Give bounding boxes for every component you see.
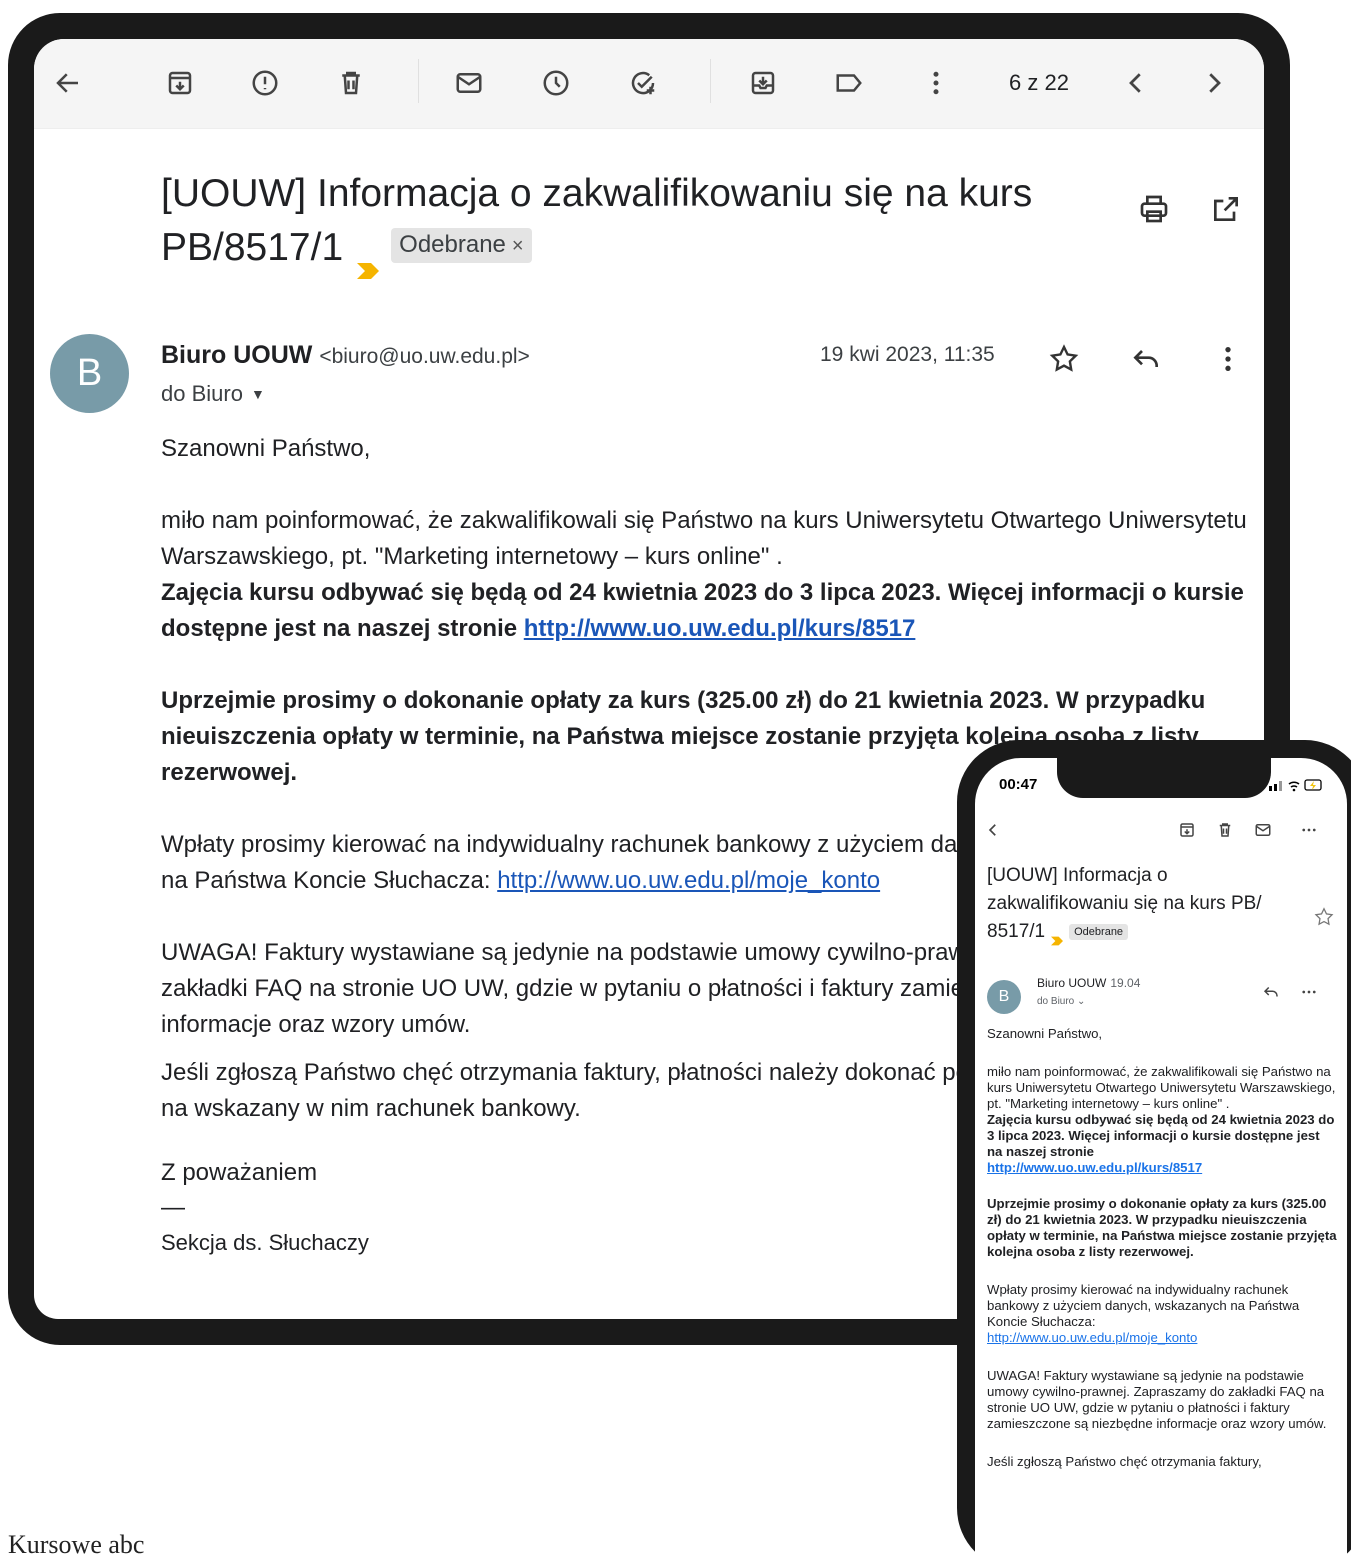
account-link[interactable]: http://www.uo.uw.edu.pl/moje_konto: [497, 867, 880, 894]
body-paragraph-bold: Zajęcia kursu odbywać się będą od 24 kwi…: [161, 575, 1251, 647]
body-paragraph: Jeśli zgłoszą Państwo chęć otrzymania fa…: [987, 1454, 1262, 1469]
recipient-toggle[interactable]: do Biuro ▼: [161, 381, 265, 407]
chevron-left-icon[interactable]: [1114, 61, 1158, 105]
star-icon[interactable]: [1044, 339, 1084, 379]
phone-notch: [1057, 758, 1271, 798]
more-horizontal-icon[interactable]: [1295, 816, 1323, 844]
greeting: Szanowni Państwo,: [161, 435, 371, 462]
phone-frame: 00:47 [UOUW] Informacja o zakwalifikowan…: [957, 740, 1351, 1555]
label-chip-inbox[interactable]: Odebrane: [1069, 923, 1129, 940]
invoice-notice: UWAGA! Faktury wystawiane są jedynie na …: [987, 1368, 1327, 1431]
importance-marker-icon[interactable]: [357, 240, 380, 279]
toolbar-separator: [710, 59, 711, 103]
remove-label-icon[interactable]: ×: [512, 235, 524, 257]
gmail-mobile-view: 00:47 [UOUW] Informacja o zakwalifikowan…: [975, 758, 1347, 1555]
course-link[interactable]: http://www.uo.uw.edu.pl/kurs/8517: [987, 1160, 1202, 1175]
move-to-icon[interactable]: [741, 61, 785, 105]
image-caption: Kursowe abc: [8, 1530, 145, 1555]
account-text: na Państwa Koncie Słuchacza:: [161, 867, 498, 894]
body-paragraph: miło nam poinformować, że zakwalifikowal…: [161, 507, 1247, 570]
message-count: 6 z 22: [1009, 70, 1069, 95]
more-vertical-icon[interactable]: [1208, 339, 1248, 379]
snooze-icon[interactable]: [534, 61, 578, 105]
label-icon[interactable]: [827, 61, 871, 105]
delete-icon[interactable]: [329, 61, 373, 105]
print-icon[interactable]: [1134, 189, 1174, 229]
sender-line: Biuro UOUW <biuro@uo.uw.edu.pl>: [161, 341, 530, 370]
add-task-icon[interactable]: [621, 61, 665, 105]
body-paragraph: miło nam poinformować, że zakwalifikowal…: [987, 1064, 1336, 1111]
greeting: Szanowni Państwo,: [987, 1026, 1103, 1041]
reply-icon[interactable]: [1126, 339, 1166, 379]
sender-email: <biuro@uo.uw.edu.pl>: [319, 345, 530, 368]
back-chevron-icon[interactable]: [979, 816, 1007, 844]
archive-icon[interactable]: [1173, 816, 1201, 844]
more-horizontal-icon[interactable]: [1295, 978, 1323, 1006]
message-date: 19.04: [1110, 976, 1141, 990]
recipient-text: do Biuro: [161, 381, 243, 406]
recipient-toggle[interactable]: do Biuro ⌄: [1037, 996, 1085, 1007]
email-body: Szanowni Państwo, miło nam poinformować,…: [987, 1026, 1337, 1470]
email-subject: [UOUW] Informacja o zakwalifikowaniu się…: [161, 167, 1081, 279]
body-paragraph: Wpłaty prosimy kierować na indywidualny …: [987, 1282, 1300, 1329]
open-new-window-icon[interactable]: [1206, 189, 1246, 229]
sender-name[interactable]: Biuro UOUW: [1037, 976, 1106, 990]
report-spam-icon[interactable]: [243, 61, 287, 105]
reply-icon[interactable]: [1257, 978, 1285, 1006]
toolbar-separator: [418, 59, 419, 103]
sender-name[interactable]: Biuro UOUW: [161, 341, 312, 369]
message-date: 19 kwi 2023, 11:35: [820, 343, 995, 366]
label-chip-text: Odebrane: [399, 231, 506, 259]
payment-notice: Uprzejmie prosimy o dokonanie opłaty za …: [987, 1196, 1337, 1259]
subject-text: [UOUW] Informacja o zakwalifikowaniu się…: [161, 172, 1033, 269]
caret-down-icon[interactable]: ▼: [251, 386, 265, 402]
star-icon[interactable]: [1313, 906, 1335, 928]
importance-marker-icon[interactable]: [1051, 927, 1064, 946]
delete-icon[interactable]: [1211, 816, 1239, 844]
message-toolbar: 6 z 22: [34, 39, 1264, 129]
account-link[interactable]: http://www.uo.uw.edu.pl/moje_konto: [987, 1330, 1197, 1345]
email-subject: [UOUW] Informacja o zakwalifikowaniu się…: [987, 862, 1287, 946]
status-time: 00:47: [999, 776, 1038, 793]
avatar[interactable]: B: [987, 980, 1021, 1014]
mark-unread-icon[interactable]: [447, 61, 491, 105]
sender-line: Biuro UOUW 19.04: [1037, 976, 1140, 990]
more-vertical-icon[interactable]: [914, 61, 958, 105]
status-icons: [1265, 778, 1325, 795]
mark-unread-icon[interactable]: [1249, 816, 1277, 844]
course-dates-text: Zajęcia kursu odbywać się będą od 24 kwi…: [987, 1112, 1335, 1159]
avatar[interactable]: B: [50, 334, 129, 413]
back-arrow-icon[interactable]: [46, 61, 90, 105]
label-chip-inbox[interactable]: Odebrane ×: [391, 228, 532, 264]
chevron-right-icon[interactable]: [1192, 61, 1236, 105]
archive-icon[interactable]: [158, 61, 202, 105]
course-link[interactable]: http://www.uo.uw.edu.pl/kurs/8517: [524, 615, 916, 642]
